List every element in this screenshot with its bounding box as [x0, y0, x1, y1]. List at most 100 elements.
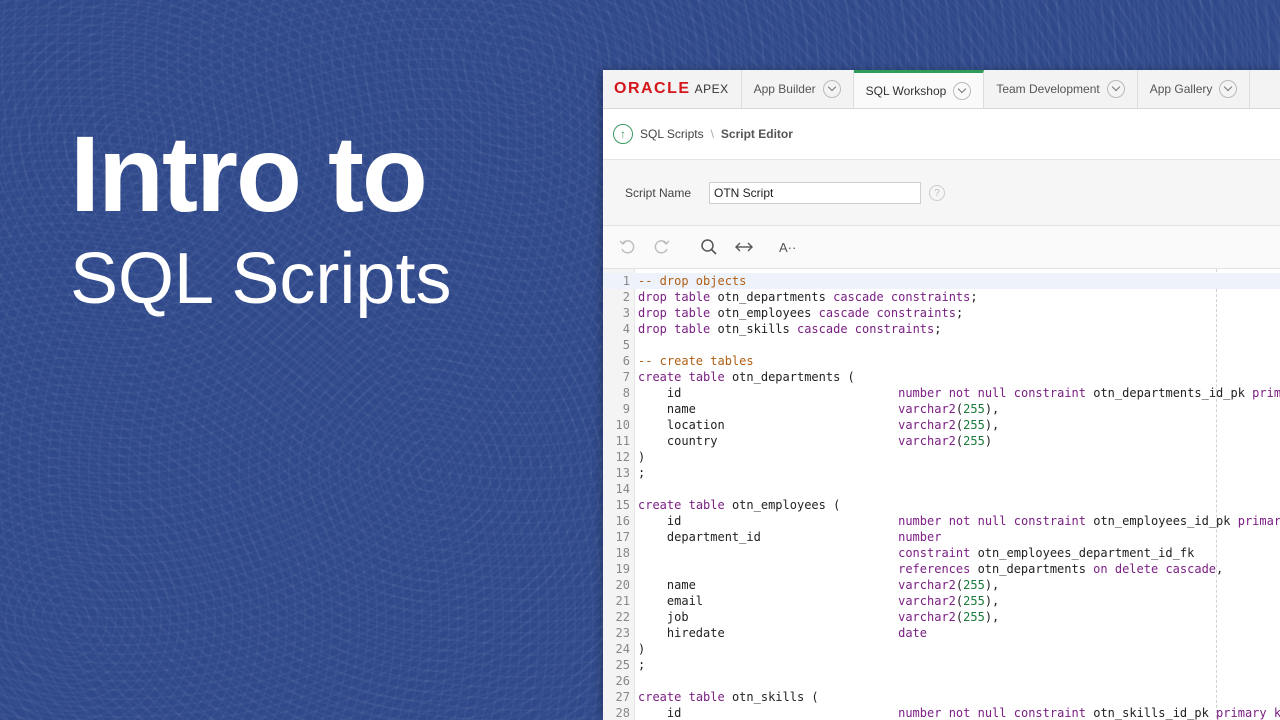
tab-team-development[interactable]: Team Development [984, 70, 1138, 108]
line-number: 13 [615, 466, 630, 480]
code-line[interactable]: 27 create table otn_skills ( [603, 689, 1280, 705]
code-line[interactable]: 24) [603, 641, 1280, 657]
code-line[interactable]: 20 name varchar2(255), [603, 577, 1280, 593]
code-text[interactable]: ; [634, 657, 645, 673]
line-number: 17 [615, 530, 630, 544]
code-line[interactable]: 8 id number not null constraint otn_depa… [603, 385, 1280, 401]
code-line[interactable]: 3 drop table otn_employees cascade constr… [603, 305, 1280, 321]
code-text[interactable]: create table otn_skills ( [634, 689, 819, 705]
code-line[interactable]: 7 create table otn_departments ( [603, 369, 1280, 385]
breadcrumb-current: Script Editor [720, 127, 793, 141]
undo-icon[interactable] [615, 235, 639, 259]
line-number: 23 [615, 626, 630, 640]
code-text[interactable]: country varchar2(255) [634, 433, 992, 449]
code-text[interactable]: name varchar2(255), [634, 577, 999, 593]
oracle-apex-logo[interactable]: ORACLE APEX [603, 70, 742, 108]
code-line[interactable]: 14 [603, 481, 1280, 497]
code-text[interactable]: name varchar2(255), [634, 401, 999, 417]
hero-title: Intro to [70, 113, 428, 234]
code-text[interactable]: location varchar2(255), [634, 417, 999, 433]
line-number: 24 [615, 642, 630, 656]
script-form: Script Name ? [603, 160, 1280, 226]
line-number: 22 [615, 610, 630, 624]
code-text[interactable]: ) [634, 641, 645, 657]
code-text[interactable]: id number not null constraint otn_depart… [634, 385, 1280, 401]
breadcrumb-link-sql-scripts[interactable]: SQL Scripts [640, 127, 704, 141]
expand-horizontal-icon[interactable] [732, 235, 756, 259]
tab-label: Team Development [996, 82, 1100, 96]
help-icon[interactable]: ? [929, 184, 945, 201]
chevron-down-icon[interactable] [953, 81, 972, 100]
code-text[interactable]: constraint otn_employees_department_id_f… [634, 545, 1194, 561]
code-line[interactable]: 9 name varchar2(255), [603, 401, 1280, 417]
editor-toolbar: A·· [603, 226, 1280, 269]
line-number: 6 [622, 354, 630, 368]
code-text[interactable]: -- drop objects [634, 273, 746, 289]
arrow-up-icon[interactable]: ↑ [613, 124, 633, 144]
code-line[interactable]: 26 [603, 673, 1280, 689]
code-text[interactable]: drop table otn_departments cascade const… [634, 289, 978, 305]
code-text[interactable]: create table otn_departments ( [634, 369, 855, 385]
line-number: 18 [615, 546, 630, 560]
code-editor[interactable]: 1 -- drop objects 2 drop table otn_departme… [603, 269, 1280, 720]
tab-app-gallery[interactable]: App Gallery [1138, 70, 1251, 108]
code-line[interactable]: 28 id number not null constraint otn_ski… [603, 705, 1280, 720]
code-text[interactable]: ) [634, 449, 645, 465]
code-line[interactable]: 4 drop table otn_skills cascade constrain… [603, 321, 1280, 337]
line-number: 1 [622, 274, 630, 288]
tab-sql-workshop[interactable]: SQL Workshop [853, 70, 985, 108]
search-icon[interactable] [697, 235, 721, 259]
code-line[interactable]: 12) [603, 449, 1280, 465]
code-text[interactable]: id number not null constraint otn_employ… [634, 513, 1280, 529]
code-line[interactable]: 15 create table otn_employees ( [603, 497, 1280, 513]
chevron-down-icon[interactable] [822, 80, 841, 98]
line-number: 12 [615, 450, 630, 464]
code-line[interactable]: 23 hiredate date [603, 625, 1280, 641]
code-text[interactable]: department_id number [634, 529, 942, 545]
code-line[interactable]: 1 -- drop objects [603, 273, 1280, 289]
chevron-down-icon[interactable] [1106, 80, 1125, 98]
code-text[interactable]: email varchar2(255), [634, 593, 999, 609]
code-text[interactable]: ; [634, 465, 645, 481]
script-name-input[interactable] [709, 181, 921, 204]
code-text[interactable] [634, 481, 638, 497]
code-text[interactable]: hiredate date [634, 625, 927, 641]
code-line[interactable]: 2 drop table otn_departments cascade cons… [603, 289, 1280, 305]
script-name-label: Script Name [625, 185, 692, 200]
code-line[interactable]: 17 department_id number [603, 529, 1280, 545]
code-text[interactable]: references otn_departments on delete cas… [634, 561, 1223, 577]
line-number: 3 [622, 306, 630, 320]
chevron-down-icon[interactable] [1219, 80, 1238, 98]
tab-app-builder[interactable]: App Builder [742, 70, 854, 108]
code-line[interactable]: 10 location varchar2(255), [603, 417, 1280, 433]
code-text[interactable]: create table otn_employees ( [634, 497, 840, 513]
code-text[interactable]: drop table otn_skills cascade constraint… [634, 321, 942, 337]
breadcrumb-separator: \ [710, 127, 714, 141]
apex-window: ORACLE APEX App Builder SQL Workshop Tea… [603, 70, 1280, 720]
code-text[interactable]: id number not null constraint otn_skills… [634, 705, 1280, 720]
code-text[interactable] [634, 337, 638, 353]
line-number: 27 [615, 690, 630, 704]
line-number: 15 [615, 498, 630, 512]
text-size-icon[interactable]: A·· [779, 235, 796, 259]
code-text[interactable] [634, 673, 638, 689]
code-line[interactable]: 16 id number not null constraint otn_emp… [603, 513, 1280, 529]
code-line[interactable]: 21 email varchar2(255), [603, 593, 1280, 609]
line-number: 11 [615, 434, 630, 448]
code-line[interactable]: 19 references otn_departments on delete … [603, 561, 1280, 577]
code-text[interactable]: drop table otn_employees cascade constra… [634, 305, 963, 321]
code-text[interactable]: job varchar2(255), [634, 609, 999, 625]
code-line[interactable]: 18 constraint otn_employees_department_i… [603, 545, 1280, 561]
code-text[interactable]: -- create tables [634, 353, 754, 369]
code-line[interactable]: 11 country varchar2(255) [603, 433, 1280, 449]
line-number: 28 [615, 706, 630, 720]
redo-icon[interactable] [650, 235, 674, 259]
line-number: 20 [615, 578, 630, 592]
line-number: 19 [615, 562, 630, 576]
code-line[interactable]: 6 -- create tables [603, 353, 1280, 369]
code-line[interactable]: 25; [603, 657, 1280, 673]
code-line[interactable]: 13; [603, 465, 1280, 481]
apex-wordmark: APEX [694, 82, 729, 96]
code-line[interactable]: 22 job varchar2(255), [603, 609, 1280, 625]
code-line[interactable]: 5 [603, 337, 1280, 353]
